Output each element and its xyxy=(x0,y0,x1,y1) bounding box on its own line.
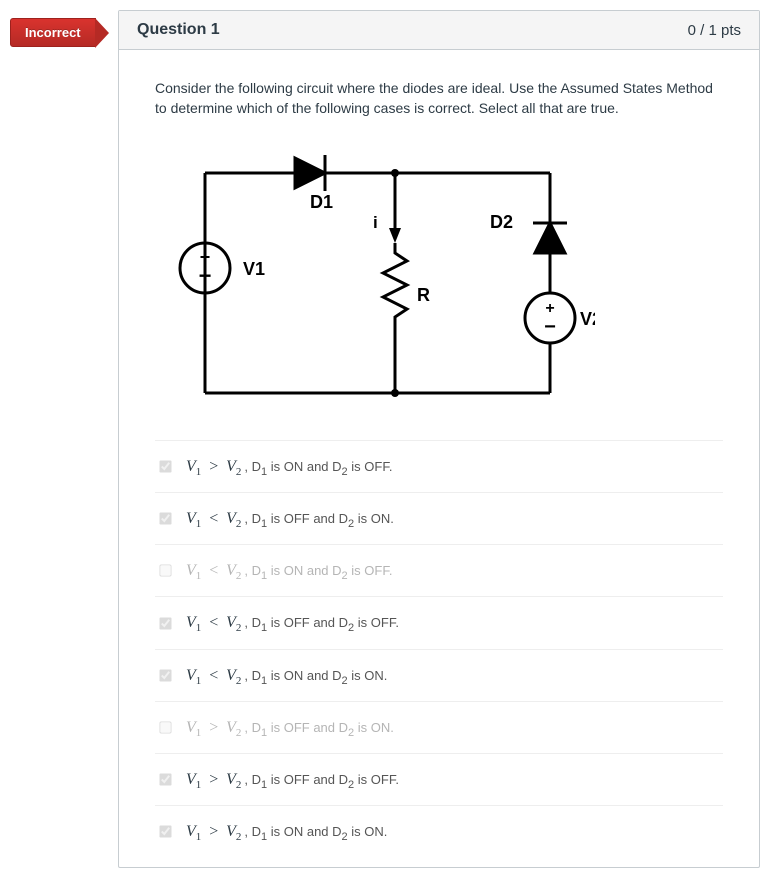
answer-checkbox[interactable] xyxy=(159,669,171,681)
answer-text: V1 < V2, D1 is OFF and D2 is ON. xyxy=(186,507,394,530)
question-card: Question 1 0 / 1 pts Consider the follow… xyxy=(118,10,760,868)
label-r: R xyxy=(417,285,430,305)
answer-checkbox[interactable] xyxy=(159,512,171,524)
answer-text: V1 < V2, D1 is ON and D2 is OFF. xyxy=(186,559,392,582)
answer-option[interactable]: V1 > V2, D1 is ON and D2 is ON. xyxy=(155,805,723,857)
svg-text:+: + xyxy=(545,300,554,317)
label-v1: V1 xyxy=(243,259,265,279)
answer-option[interactable]: V1 < V2, D1 is OFF and D2 is ON. xyxy=(155,492,723,544)
answer-option[interactable]: V1 < V2, D1 is ON and D2 is ON. xyxy=(155,649,723,701)
svg-text:−: − xyxy=(199,263,212,288)
svg-text:−: − xyxy=(544,316,556,338)
answer-checkbox[interactable] xyxy=(159,460,171,472)
answer-option[interactable]: V1 > V2, D1 is ON and D2 is OFF. xyxy=(155,440,723,492)
answer-list: V1 > V2, D1 is ON and D2 is OFF. V1 < V2,… xyxy=(155,440,723,858)
answer-checkbox[interactable] xyxy=(159,773,171,785)
answer-text: V1 < V2, D1 is OFF and D2 is OFF. xyxy=(186,611,399,634)
answer-text: V1 > V2, D1 is ON and D2 is ON. xyxy=(186,820,387,843)
answer-option[interactable]: V1 > V2, D1 is OFF and D2 is ON. xyxy=(155,701,723,753)
answer-checkbox[interactable] xyxy=(159,617,171,629)
question-title: Question 1 xyxy=(137,21,220,39)
answer-option[interactable]: V1 < V2, D1 is OFF and D2 is OFF. xyxy=(155,596,723,648)
question-points: 0 / 1 pts xyxy=(688,22,741,39)
answer-text: V1 > V2, D1 is ON and D2 is OFF. xyxy=(186,455,392,478)
question-header: Question 1 0 / 1 pts xyxy=(119,11,759,50)
answer-text: V1 > V2, D1 is OFF and D2 is ON. xyxy=(186,716,394,739)
question-body: Consider the following circuit where the… xyxy=(119,50,759,867)
answer-checkbox[interactable] xyxy=(159,565,171,577)
answer-text: V1 > V2, D1 is OFF and D2 is OFF. xyxy=(186,768,399,791)
label-d2: D2 xyxy=(490,212,513,232)
incorrect-badge: Incorrect xyxy=(10,18,96,47)
answer-checkbox[interactable] xyxy=(159,826,171,838)
circuit-figure: + − + − D1 D2 V1 V2 i R xyxy=(155,133,723,418)
circuit-svg: + − + − D1 D2 V1 V2 i R xyxy=(155,133,595,413)
answer-option[interactable]: V1 > V2, D1 is OFF and D2 is OFF. xyxy=(155,753,723,805)
answer-text: V1 < V2, D1 is ON and D2 is ON. xyxy=(186,664,387,687)
label-d1: D1 xyxy=(310,192,333,212)
label-i: i xyxy=(373,213,378,232)
question-prompt: Consider the following circuit where the… xyxy=(155,78,723,119)
answer-checkbox[interactable] xyxy=(159,721,171,733)
answer-option[interactable]: V1 < V2, D1 is ON and D2 is OFF. xyxy=(155,544,723,596)
label-v2: V2 xyxy=(580,309,595,329)
